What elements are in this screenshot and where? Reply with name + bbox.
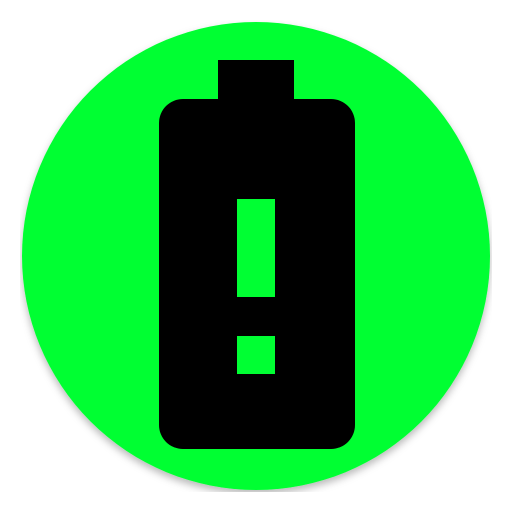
battery-alert-app-icon[interactable] [20, 20, 492, 492]
icon-canvas [0, 0, 512, 512]
battery-alert-icon [22, 22, 490, 490]
exclamation-dot [237, 336, 275, 374]
battery-glyph [159, 60, 355, 449]
battery-terminal [218, 60, 294, 100]
exclamation-bar [237, 199, 275, 297]
